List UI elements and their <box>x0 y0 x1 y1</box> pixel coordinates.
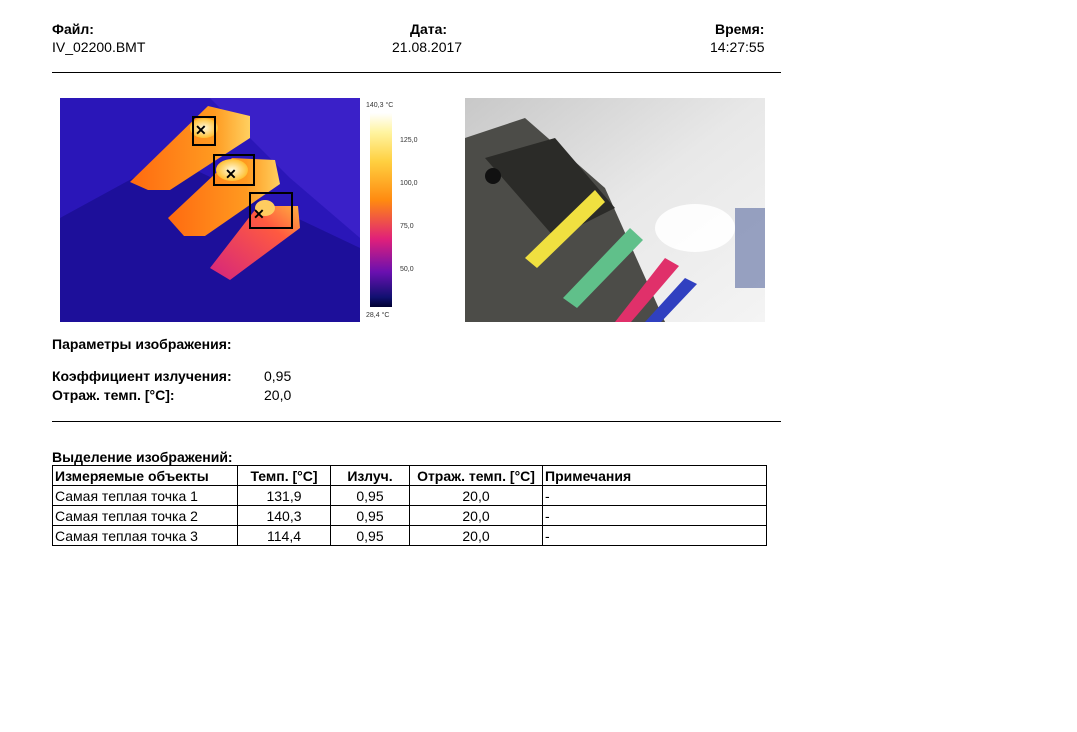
time-label: Время: <box>715 21 765 37</box>
cell-object: Самая теплая точка 2 <box>52 505 238 526</box>
cell-notes: - <box>542 505 767 526</box>
scale-min-label: 28,4 °C <box>366 312 390 319</box>
cell-notes: - <box>542 525 767 546</box>
col-header-notes: Примечания <box>542 465 767 486</box>
emissivity-value: 0,95 <box>264 368 292 384</box>
time-value: 14:27:55 <box>710 39 765 55</box>
file-label: Файл: <box>52 21 94 37</box>
params-divider <box>52 421 781 422</box>
date-label: Дата: <box>410 21 448 37</box>
cell-refl-temp: 20,0 <box>409 485 543 506</box>
selection-title: Выделение изображений: <box>52 449 233 465</box>
refl-temp-label: Отраж. темп. [°C]: <box>52 387 175 403</box>
col-header-emissivity: Излуч. <box>330 465 410 486</box>
table-row: Самая теплая точка 1 131,9 0,95 20,0 - <box>52 485 767 506</box>
header-divider <box>52 72 781 73</box>
cell-notes: - <box>542 485 767 506</box>
visual-photo <box>465 98 765 322</box>
scale-max-label: 140,3 °C <box>366 102 394 109</box>
cell-temp: 140,3 <box>237 505 331 526</box>
cell-emissivity: 0,95 <box>330 505 410 526</box>
table-row: Самая теплая точка 2 140,3 0,95 20,0 - <box>52 505 767 526</box>
refl-temp-value: 20,0 <box>264 387 292 403</box>
params-title: Параметры изображения: <box>52 336 232 352</box>
table-header-row: Измеряемые объекты Темп. [°C] Излуч. Отр… <box>52 465 767 486</box>
thermal-image: ✕ ✕ ✕ <box>60 98 360 322</box>
file-value: IV_02200.BMT <box>52 39 146 55</box>
color-scale-bar <box>370 113 392 307</box>
col-header-temp: Темп. [°C] <box>237 465 331 486</box>
scale-tick-4: 50,0 <box>400 266 414 273</box>
cell-emissivity: 0,95 <box>330 525 410 546</box>
marker-cross-3-icon: ✕ <box>253 206 265 222</box>
table-row: Самая теплая точка 3 114,4 0,95 20,0 - <box>52 525 767 546</box>
cell-object: Самая теплая точка 3 <box>52 525 238 546</box>
scale-tick-1: 125,0 <box>400 137 418 144</box>
marker-cross-2-icon: ✕ <box>225 166 237 182</box>
scale-tick-3: 75,0 <box>400 223 414 230</box>
cell-temp: 131,9 <box>237 485 331 506</box>
date-value: 21.08.2017 <box>392 39 463 55</box>
emissivity-label: Коэффициент излучения: <box>52 368 232 384</box>
col-header-object: Измеряемые объекты <box>52 465 238 486</box>
cell-object: Самая теплая точка 1 <box>52 485 238 506</box>
cell-refl-temp: 20,0 <box>409 505 543 526</box>
cell-temp: 114,4 <box>237 525 331 546</box>
scale-tick-2: 100,0 <box>400 180 418 187</box>
cell-emissivity: 0,95 <box>330 485 410 506</box>
cell-refl-temp: 20,0 <box>409 525 543 546</box>
marker-cross-1-icon: ✕ <box>195 122 207 138</box>
col-header-refl-temp: Отраж. темп. [°C] <box>409 465 543 486</box>
selection-table: Измеряемые объекты Темп. [°C] Излуч. Отр… <box>52 465 767 546</box>
